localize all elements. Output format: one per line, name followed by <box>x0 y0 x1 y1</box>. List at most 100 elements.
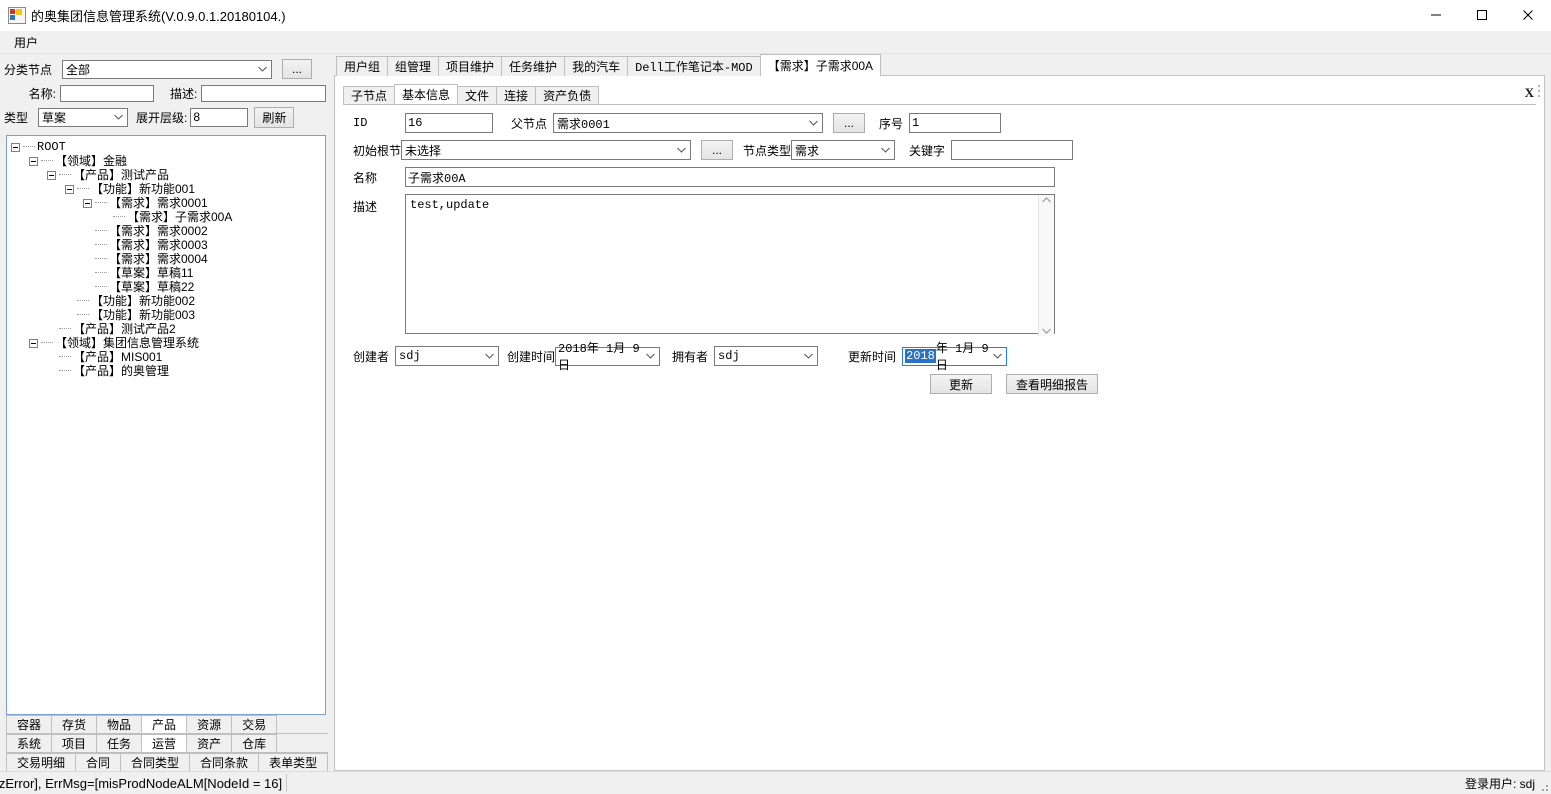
main-tab-5[interactable]: Dell工作笔记本-MOD <box>627 56 761 76</box>
category-tab-row-1: 容器 存货 物品 产品 资源 交易 <box>6 715 328 734</box>
category-tab[interactable]: 产品 <box>141 715 188 733</box>
refresh-button[interactable]: 刷新 <box>254 106 295 128</box>
node-tree[interactable]: ROOT 【领域】金融 【产品】测试产品 【功能】新功能001 【需求】需求0001 【需… <box>6 135 326 715</box>
tree-item[interactable]: 【产品】测试产品 <box>11 168 325 182</box>
tree-item[interactable]: 【领域】集团信息管理系统 <box>11 336 325 350</box>
node-type-select[interactable]: 需求 <box>791 140 896 160</box>
tree-item[interactable]: 【功能】新功能003 <box>11 308 325 322</box>
keyword-input[interactable] <box>951 140 1074 160</box>
update-time-picker[interactable]: 2018 年 1月 9日 <box>902 342 1008 373</box>
description-input[interactable] <box>201 84 327 102</box>
main-tab-4[interactable]: 我的汽车 <box>564 56 629 76</box>
tree-item[interactable]: 【草案】草稿22 <box>11 280 325 294</box>
tree-expander-icon[interactable] <box>11 142 20 152</box>
tree-item-label: 【需求】需求0002 <box>109 224 208 238</box>
type-select[interactable]: 草案 <box>38 107 128 127</box>
category-tab-label: 合同类型 <box>131 756 180 770</box>
tree-expander-icon[interactable] <box>29 156 38 166</box>
inner-tab-label: 文件 <box>465 89 490 103</box>
category-tab[interactable]: 仓库 <box>231 734 278 752</box>
inner-tab-2[interactable]: 文件 <box>457 86 498 104</box>
tree-item[interactable]: 【草案】草稿11 <box>11 266 325 280</box>
category-tab[interactable]: 项目 <box>51 734 98 752</box>
category-node-select[interactable]: 全部 <box>62 59 272 79</box>
id-input[interactable] <box>405 113 493 133</box>
tree-item[interactable]: 【需求】需求0001 <box>11 196 325 210</box>
parent-node-select[interactable]: 需求0001 <box>553 113 824 133</box>
main-tab-6[interactable]: 【需求】子需求00A <box>759 54 882 76</box>
category-node-browse-button[interactable]: ... <box>282 59 312 79</box>
menu-item-user[interactable]: 用户 <box>6 32 46 53</box>
main-tab-bar: 用户组 组管理 项目维护 任务维护 我的汽车 Dell工作笔记本-MOD 【需求】子需求00… <box>334 54 1545 76</box>
tree-item-label: 【产品】测试产品 <box>73 168 170 182</box>
tree-item-label: 【需求】需求0001 <box>109 196 208 210</box>
tree-item[interactable]: ROOT <box>11 140 325 154</box>
tree-item-label: 【产品】测试产品2 <box>73 322 176 336</box>
category-tab[interactable]: 合同条款 <box>189 753 260 771</box>
scroll-up-icon[interactable] <box>1042 197 1051 203</box>
scroll-down-icon[interactable] <box>1042 328 1051 334</box>
tree-item[interactable]: 【需求】需求0003 <box>11 238 325 252</box>
close-icon[interactable] <box>1505 0 1551 30</box>
owner-select[interactable]: sdj <box>714 346 819 366</box>
description-scrollbar[interactable] <box>1038 195 1054 336</box>
tree-item[interactable]: 【需求】需求0004 <box>11 252 325 266</box>
category-tab[interactable]: 资源 <box>186 715 233 733</box>
inner-tab-4[interactable]: 资产负债 <box>535 86 600 104</box>
main-tab-2[interactable]: 项目维护 <box>438 56 503 76</box>
form-description-textarea[interactable]: test,update <box>405 194 1055 334</box>
tree-item[interactable]: 【需求】子需求00A <box>11 210 325 224</box>
main-tab-3[interactable]: 任务维护 <box>501 56 566 76</box>
tree-item[interactable]: 【功能】新功能002 <box>11 294 325 308</box>
inner-tab-0[interactable]: 子节点 <box>343 86 396 104</box>
tree-expander-icon[interactable] <box>65 184 74 194</box>
form-name-input[interactable] <box>405 167 1055 187</box>
tree-item[interactable]: 【产品】MIS001 <box>11 350 325 364</box>
category-tab[interactable]: 容器 <box>6 715 53 733</box>
category-tab[interactable]: 运营 <box>141 734 188 752</box>
create-time-picker[interactable]: 2018年 1月 9日 <box>555 342 661 373</box>
main-tab-0[interactable]: 用户组 <box>336 56 389 76</box>
category-tab[interactable]: 资产 <box>186 734 233 752</box>
tree-item[interactable]: 【产品】测试产品2 <box>11 322 325 336</box>
main-tab-label: 我的汽车 <box>572 60 621 74</box>
category-tab[interactable]: 交易 <box>231 715 278 733</box>
category-tab[interactable]: 合同 <box>75 753 122 771</box>
creator-select[interactable]: sdj <box>395 346 500 366</box>
main-tab-1[interactable]: 组管理 <box>387 56 440 76</box>
chevron-down-icon <box>993 349 1002 363</box>
description-row: 描述 test,update <box>345 194 1534 337</box>
initial-root-node-select[interactable]: 未选择 <box>401 140 692 160</box>
category-tab-label: 物品 <box>107 718 132 732</box>
update-button[interactable]: 更新 <box>930 374 992 394</box>
maximize-icon[interactable] <box>1459 0 1505 30</box>
category-tab[interactable]: 系统 <box>6 734 53 752</box>
tree-connector <box>95 286 107 288</box>
initial-root-node-browse-button[interactable]: ... <box>701 140 734 160</box>
type-value: 草案 <box>42 110 67 125</box>
create-time-label: 创建时间 <box>507 349 556 364</box>
inner-tab-3[interactable]: 连接 <box>496 86 537 104</box>
category-tab[interactable]: 表单类型 <box>258 753 329 771</box>
tree-item[interactable]: 【功能】新功能001 <box>11 182 325 196</box>
sequence-input[interactable] <box>909 113 1002 133</box>
inner-tab-1[interactable]: 基本信息 <box>394 84 459 104</box>
tree-item[interactable]: 【产品】的奥管理 <box>11 364 325 378</box>
minimize-icon[interactable] <box>1413 0 1459 30</box>
category-tab[interactable]: 任务 <box>96 734 143 752</box>
tree-item[interactable]: 【领域】金融 <box>11 154 325 168</box>
tree-item[interactable]: 【需求】需求0002 <box>11 224 325 238</box>
inner-tab-label: 资产负债 <box>543 89 592 103</box>
name-input[interactable] <box>60 84 154 102</box>
detail-report-button[interactable]: 查看明细报告 <box>1006 374 1098 394</box>
category-tab[interactable]: 合同类型 <box>120 753 191 771</box>
expand-level-input[interactable] <box>190 107 249 127</box>
tree-expander-icon[interactable] <box>47 170 56 180</box>
tree-expander-icon[interactable] <box>83 198 92 208</box>
category-tab[interactable]: 物品 <box>96 715 143 733</box>
category-tab[interactable]: 交易明细 <box>6 753 77 771</box>
left-panel: 分类节点 全部 ... 名称: 描述: 类型 草案 展开层级: 8 刷新 ROO… <box>0 54 334 771</box>
category-tab[interactable]: 存货 <box>51 715 98 733</box>
parent-node-browse-button[interactable]: ... <box>833 113 866 133</box>
tree-expander-icon[interactable] <box>29 338 38 348</box>
